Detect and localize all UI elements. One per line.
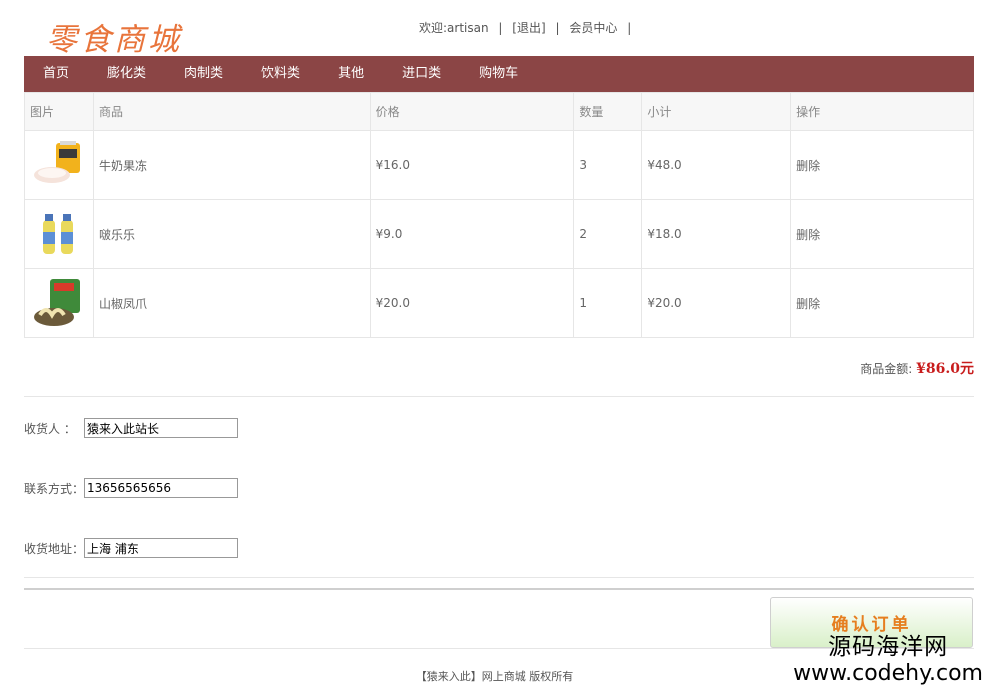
header-price: 价格 xyxy=(369,92,575,131)
delete-link[interactable]: 删除 xyxy=(790,130,974,200)
delete-link[interactable]: 删除 xyxy=(790,268,974,338)
watermark-title: 源码海洋网 xyxy=(828,634,949,660)
address-row: 收货地址： xyxy=(24,538,238,558)
member-center-link[interactable]: 会员中心 xyxy=(569,21,617,35)
welcome-text: 欢迎:artisan xyxy=(419,21,489,35)
delete-link[interactable]: 删除 xyxy=(790,199,974,269)
separator: | xyxy=(555,21,560,35)
phone-input[interactable] xyxy=(84,478,238,498)
product-subtotal: ¥20.0 xyxy=(641,268,792,338)
separator: | xyxy=(498,21,503,35)
nav-imported[interactable]: 进口类 xyxy=(383,56,460,92)
receiver-input[interactable] xyxy=(84,418,238,438)
table-row: 山椒凤爪 ¥20.0 1 ¥20.0 删除 xyxy=(24,268,974,338)
phone-label: 联系方式： xyxy=(24,481,85,496)
separator: | xyxy=(627,21,632,35)
header-action: 操作 xyxy=(790,92,974,131)
site-logo[interactable]: 零食商城 xyxy=(46,14,182,59)
milk-jelly-product-image[interactable] xyxy=(30,137,86,193)
product-image-cell xyxy=(24,130,94,200)
order-total: 商品金额: ¥86.0元 xyxy=(860,358,974,378)
nav-meat[interactable]: 肉制类 xyxy=(165,56,242,92)
receiver-row: 收货人 ： xyxy=(24,418,238,438)
product-name[interactable]: 山椒凤爪 xyxy=(92,268,371,338)
divider xyxy=(24,396,974,397)
nav-cart[interactable]: 购物车 xyxy=(460,56,537,92)
main-nav: 首页 膨化类 肉制类 饮料类 其他 进口类 购物车 xyxy=(24,56,974,92)
total-amount: ¥86.0元 xyxy=(916,361,974,377)
bolele-product-image[interactable] xyxy=(30,206,86,262)
divider xyxy=(24,577,974,578)
table-header-row: 图片 商品 价格 数量 小计 操作 xyxy=(24,92,974,131)
product-quantity: 1 xyxy=(573,268,643,338)
product-subtotal: ¥18.0 xyxy=(641,199,792,269)
phone-row: 联系方式： xyxy=(24,478,238,498)
nav-puffed[interactable]: 膨化类 xyxy=(88,56,165,92)
product-price: ¥16.0 xyxy=(369,130,575,200)
watermark: 源码海洋网 www.codehy.com xyxy=(793,627,983,686)
header-quantity: 数量 xyxy=(573,92,643,131)
watermark-url: www.codehy.com xyxy=(793,661,983,686)
product-quantity: 3 xyxy=(573,130,643,200)
receiver-label: 收货人 ： xyxy=(24,421,76,436)
nav-home[interactable]: 首页 xyxy=(24,56,88,92)
chicken-feet-product-image[interactable] xyxy=(30,275,86,331)
nav-other[interactable]: 其他 xyxy=(319,56,383,92)
product-image-cell xyxy=(24,268,94,338)
table-row: 啵乐乐 ¥9.0 2 ¥18.0 删除 xyxy=(24,199,974,269)
product-price: ¥20.0 xyxy=(369,268,575,338)
cart-table: 图片 商品 价格 数量 小计 操作 牛奶果冻 ¥16.0 3 ¥48.0 删除 … xyxy=(24,92,974,338)
top-links: 欢迎:artisan | [退出] | 会员中心 | xyxy=(419,19,637,36)
product-subtotal: ¥48.0 xyxy=(641,130,792,200)
address-input[interactable] xyxy=(84,538,238,558)
header-image: 图片 xyxy=(24,92,94,131)
total-label: 商品金额: xyxy=(860,362,913,376)
divider-thick xyxy=(24,588,974,590)
header-subtotal: 小计 xyxy=(641,92,792,131)
product-name[interactable]: 啵乐乐 xyxy=(92,199,371,269)
nav-drinks[interactable]: 饮料类 xyxy=(242,56,319,92)
header-product: 商品 xyxy=(92,92,371,131)
product-image-cell xyxy=(24,199,94,269)
product-quantity: 2 xyxy=(573,199,643,269)
product-name[interactable]: 牛奶果冻 xyxy=(92,130,371,200)
product-price: ¥9.0 xyxy=(369,199,575,269)
address-label: 收货地址： xyxy=(24,541,85,556)
table-row: 牛奶果冻 ¥16.0 3 ¥48.0 删除 xyxy=(24,130,974,200)
logout-link[interactable]: [退出] xyxy=(512,21,545,35)
